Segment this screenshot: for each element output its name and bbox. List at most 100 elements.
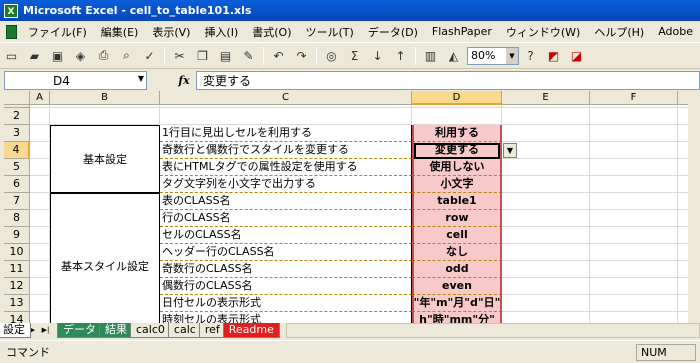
menu-window[interactable]: ウィンドウ(W) — [499, 24, 587, 40]
row-header[interactable]: 12 — [4, 278, 30, 295]
row-header[interactable]: 14 — [4, 312, 30, 323]
grid-cell[interactable] — [30, 193, 50, 210]
grid-cell[interactable] — [502, 227, 590, 244]
menu-flashpaper[interactable]: FlashPaper — [425, 25, 499, 38]
grid-cell[interactable] — [30, 125, 50, 142]
grid-cell[interactable] — [590, 261, 678, 278]
row-header[interactable]: 7 — [4, 193, 30, 210]
grid-cell[interactable] — [590, 108, 678, 125]
grid-cell[interactable] — [590, 244, 678, 261]
undo-icon[interactable]: ↶ — [268, 46, 289, 66]
row-header[interactable]: 8 — [4, 210, 30, 227]
row-header[interactable]: 2 — [4, 108, 30, 125]
tab-calc0[interactable]: calc0 — [130, 323, 171, 338]
select-all-corner[interactable] — [4, 91, 30, 105]
worksheet-grid[interactable]: ABCDEFG1234567891011121314基本設定基本スタイル設定1行… — [4, 91, 700, 323]
grid-cell[interactable] — [412, 108, 502, 125]
sort-ascending-icon[interactable]: ↓ — [367, 46, 388, 66]
grid-cell[interactable] — [30, 159, 50, 176]
column-header[interactable]: B — [50, 91, 160, 105]
tab-calc[interactable]: calc — [167, 323, 202, 338]
grid-cell[interactable] — [30, 244, 50, 261]
grid-cell[interactable] — [502, 125, 590, 142]
grid-cell[interactable] — [590, 125, 678, 142]
grid-cell[interactable] — [590, 295, 678, 312]
hyperlink-icon[interactable]: ◎ — [321, 46, 342, 66]
grid-cell[interactable] — [590, 278, 678, 295]
menu-tools[interactable]: ツール(T) — [299, 24, 361, 40]
redo-icon[interactable]: ↷ — [291, 46, 312, 66]
column-header[interactable]: A — [30, 91, 50, 105]
setting-value[interactable]: 使用しない — [412, 159, 502, 176]
setting-value[interactable]: table1 — [412, 193, 502, 210]
menu-edit[interactable]: 編集(E) — [94, 24, 146, 40]
grid-cell[interactable] — [590, 142, 678, 159]
menu-insert[interactable]: 挿入(I) — [197, 24, 245, 40]
grid-cell[interactable] — [502, 295, 590, 312]
grid-cell[interactable] — [30, 312, 50, 323]
chevron-down-icon[interactable]: ▼ — [503, 143, 517, 158]
sort-descending-icon[interactable]: ↑ — [390, 46, 411, 66]
formula-input[interactable]: 変更する — [196, 71, 700, 90]
grid-cell[interactable] — [502, 108, 590, 125]
cut-icon[interactable]: ✂ — [169, 46, 190, 66]
grid-cell[interactable] — [502, 159, 590, 176]
tab-result[interactable]: 結果 — [99, 323, 133, 338]
save-icon[interactable]: ▣ — [47, 46, 68, 66]
zoom-select[interactable]: 80% ▼ — [467, 46, 519, 65]
workbook-icon[interactable] — [6, 24, 17, 39]
copy-icon[interactable]: ❐ — [192, 46, 213, 66]
grid-cell[interactable] — [502, 210, 590, 227]
prev-sheet-icon[interactable]: ◀ — [13, 323, 26, 337]
row-header[interactable]: 13 — [4, 295, 30, 312]
permission-icon[interactable]: ◈ — [70, 46, 91, 66]
grid-cell[interactable] — [30, 210, 50, 227]
grid-cell[interactable] — [502, 261, 590, 278]
grid-cell[interactable] — [502, 193, 590, 210]
name-box[interactable]: D4 ▼ — [4, 71, 147, 90]
chart-wizard-icon[interactable]: ▥ — [420, 46, 441, 66]
new-icon[interactable]: ▭ — [1, 46, 22, 66]
grid-cell[interactable] — [590, 159, 678, 176]
menu-format[interactable]: 書式(O) — [245, 24, 298, 40]
row-header[interactable]: 11 — [4, 261, 30, 278]
paste-icon[interactable]: ▤ — [215, 46, 236, 66]
setting-value[interactable]: cell — [412, 227, 502, 244]
column-header[interactable]: D — [412, 91, 502, 105]
grid-cell[interactable] — [502, 176, 590, 193]
next-sheet-icon[interactable]: ▶ — [26, 323, 39, 337]
grid-cell[interactable] — [590, 312, 678, 323]
setting-value[interactable]: "年"m"月"d"日" — [412, 295, 502, 312]
setting-value[interactable]: なし — [412, 244, 502, 261]
open-icon[interactable]: ▰ — [24, 46, 45, 66]
setting-value[interactable]: 利用する — [412, 125, 502, 142]
vertical-scrollbar[interactable] — [688, 91, 700, 323]
column-header[interactable]: C — [160, 91, 412, 105]
row-header[interactable]: 4 — [4, 142, 30, 159]
menu-file[interactable]: ファイル(F) — [21, 24, 94, 40]
tab-data[interactable]: データ — [57, 323, 102, 338]
autosum-icon[interactable]: Σ — [344, 46, 365, 66]
grid-cell[interactable] — [502, 244, 590, 261]
grid-cell[interactable] — [30, 108, 50, 125]
grid-cell[interactable] — [590, 210, 678, 227]
setting-value[interactable]: 変更する — [412, 142, 502, 159]
print-icon[interactable]: ⎙ — [93, 46, 114, 66]
pdf-mail-icon[interactable]: ◪ — [566, 46, 587, 66]
grid-cell[interactable] — [50, 108, 160, 125]
column-header[interactable]: E — [502, 91, 590, 105]
horizontal-scrollbar[interactable] — [285, 323, 700, 338]
setting-value[interactable]: even — [412, 278, 502, 295]
pdf-icon[interactable]: ◩ — [543, 46, 564, 66]
row-header[interactable]: 9 — [4, 227, 30, 244]
tab-ref[interactable]: ref — [198, 323, 226, 338]
grid-cell[interactable] — [590, 193, 678, 210]
help-icon[interactable]: ? — [520, 46, 541, 66]
grid-cell[interactable] — [30, 227, 50, 244]
menu-adobe[interactable]: Adobe — [651, 25, 700, 38]
format-painter-icon[interactable]: ✎ — [238, 46, 259, 66]
chevron-down-icon[interactable]: ▼ — [138, 74, 144, 83]
grid-cell[interactable] — [30, 278, 50, 295]
grid-cell[interactable] — [160, 108, 412, 125]
menu-view[interactable]: 表示(V) — [145, 24, 197, 40]
